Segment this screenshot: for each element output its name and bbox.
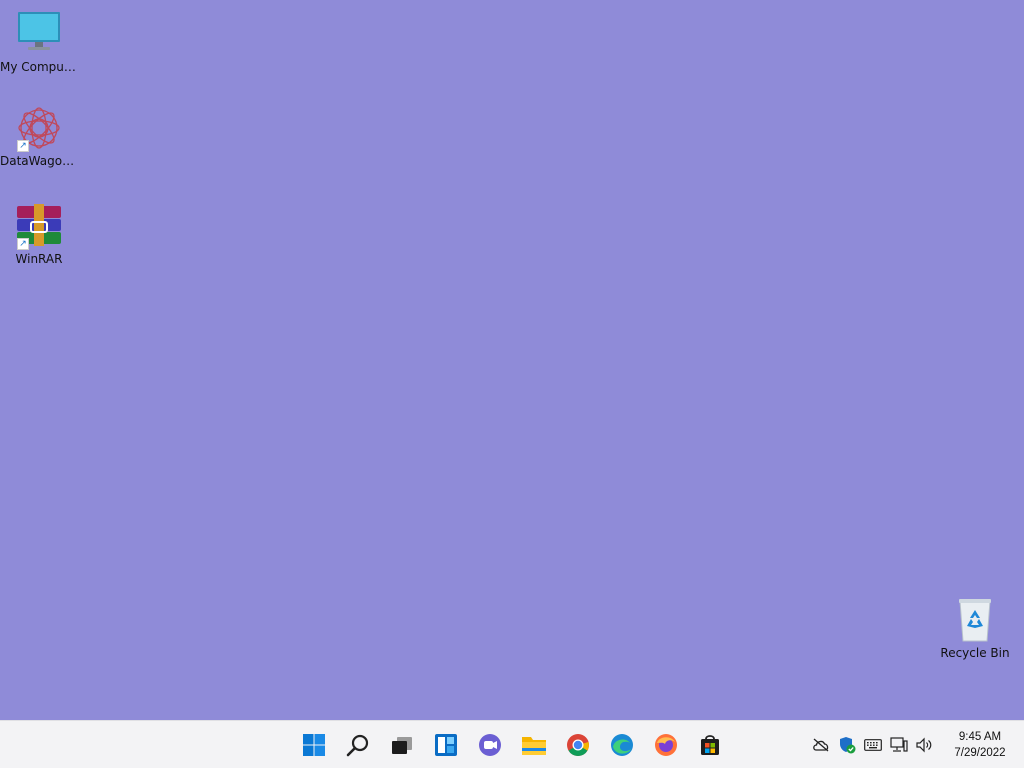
desktop-icon-label: My Computer	[0, 60, 78, 74]
desktop-icon-recycle-bin[interactable]: Recycle Bin	[936, 596, 1014, 660]
chrome-button[interactable]	[556, 725, 600, 765]
shortcut-arrow-icon: ↗	[17, 140, 29, 152]
store-icon	[701, 735, 719, 755]
windows-start-icon	[303, 734, 325, 756]
store-button[interactable]	[688, 725, 732, 765]
keyboard-icon	[864, 739, 882, 751]
desktop[interactable]: My Computer ↗ DataWagon... ↗ WinRAR Recy…	[0, 0, 1024, 720]
task-view-icon	[392, 737, 412, 754]
chrome-icon	[567, 734, 589, 756]
widgets-icon	[435, 734, 457, 756]
folder-icon	[522, 737, 546, 755]
keyboard-tray-button[interactable]	[860, 730, 886, 760]
search-button[interactable]	[336, 725, 380, 765]
system-tray: 9:45 AM 7/29/2022	[808, 721, 1024, 769]
taskbar-pinned-apps	[292, 721, 732, 769]
desktop-icon-label: WinRAR	[15, 252, 63, 266]
chat-icon	[479, 734, 501, 756]
file-explorer-button[interactable]	[512, 725, 556, 765]
recycle-bin-icon	[951, 596, 999, 644]
datawagon-logo-icon: ↗	[15, 104, 63, 152]
edge-button[interactable]	[600, 725, 644, 765]
start-button[interactable]	[292, 725, 336, 765]
desktop-icon-datawagon[interactable]: ↗ DataWagon...	[0, 104, 78, 168]
network-icon	[890, 737, 908, 752]
defender-tray-button[interactable]	[834, 730, 860, 760]
clock-date: 7/29/2022	[954, 747, 1006, 759]
winrar-icon: ↗	[15, 202, 63, 250]
edge-icon	[611, 734, 633, 756]
onedrive-offline-icon	[813, 738, 829, 752]
volume-icon	[916, 737, 932, 753]
taskbar: 9:45 AM 7/29/2022	[0, 720, 1024, 768]
chat-button[interactable]	[468, 725, 512, 765]
firefox-button[interactable]	[644, 725, 688, 765]
shortcut-arrow-icon: ↗	[17, 238, 29, 250]
desktop-icon-winrar[interactable]: ↗ WinRAR	[0, 202, 78, 266]
task-view-button[interactable]	[380, 725, 424, 765]
network-tray-button[interactable]	[886, 730, 912, 760]
firefox-icon	[655, 734, 677, 756]
clock-time: 9:45 AM	[958, 731, 1002, 743]
monitor-icon	[15, 10, 63, 58]
desktop-icon-my-computer[interactable]: My Computer	[0, 10, 78, 74]
search-icon	[346, 734, 369, 757]
defender-icon	[840, 737, 856, 754]
desktop-icon-label: DataWagon...	[0, 154, 78, 168]
taskbar-clock[interactable]: 9:45 AM 7/29/2022	[942, 729, 1018, 761]
volume-tray-button[interactable]	[912, 730, 938, 760]
onedrive-tray-button[interactable]	[808, 730, 834, 760]
widgets-button[interactable]	[424, 725, 468, 765]
desktop-icon-label: Recycle Bin	[940, 646, 1010, 660]
